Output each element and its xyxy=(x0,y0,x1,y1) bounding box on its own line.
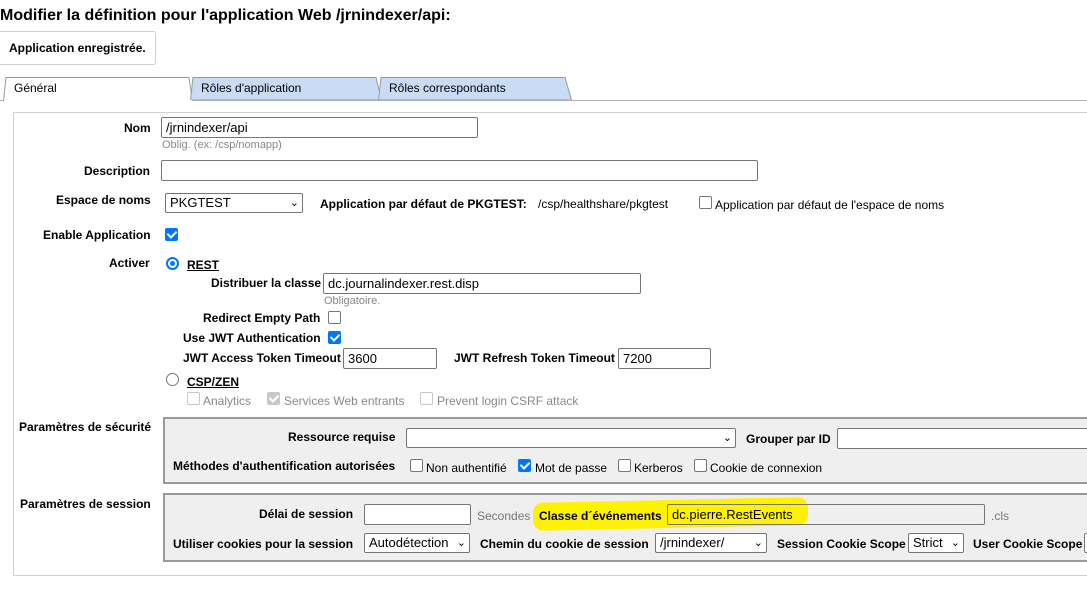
name-input[interactable] xyxy=(161,117,478,138)
chevron-down-icon: ⌄ xyxy=(722,432,732,444)
resource-select[interactable]: ⌄ xyxy=(406,428,736,448)
cookie-path-label: Chemin du cookie de session xyxy=(480,537,649,551)
session-cookies-select-value: Autodétection xyxy=(369,535,449,550)
auth-password-label: Mot de passe xyxy=(535,461,608,475)
jwt-auth-checkbox[interactable] xyxy=(328,331,341,344)
jwt-refresh-timeout-label: JWT Refresh Token Timeout xyxy=(454,351,615,365)
status-message: Application enregistrée. xyxy=(0,31,156,65)
chevron-down-icon: ⌄ xyxy=(456,537,466,549)
auth-unauthenticated-label: Non authentifié xyxy=(426,461,507,475)
default-app-value: /csp/healthshare/pkgtest xyxy=(538,197,669,211)
tab-label: Général xyxy=(14,81,57,95)
namespace-select[interactable]: PKGTEST ⌄ xyxy=(165,193,303,213)
session-cookies-label: Utiliser cookies pour la session xyxy=(173,537,354,551)
tab-label: Rôles correspondants xyxy=(389,81,506,95)
csp-zen-label: CSP/ZEN xyxy=(187,375,240,389)
namespace-label: Espace de noms xyxy=(56,193,151,207)
chevron-down-icon: ⌄ xyxy=(289,197,299,209)
web-services-checkbox[interactable] xyxy=(267,392,280,405)
group-by-id-label: Grouper par ID xyxy=(746,432,831,446)
redirect-empty-path-checkbox[interactable] xyxy=(328,311,341,324)
cookie-scope-select-value: Strict xyxy=(913,535,943,550)
auth-unauthenticated-checkbox[interactable] xyxy=(410,459,423,472)
tab-label: Rôles d'application xyxy=(201,81,302,95)
session-timeout-unit: Secondes xyxy=(477,509,531,523)
namespace-select-value: PKGTEST xyxy=(170,195,231,210)
event-class-suffix: .cls xyxy=(991,509,1009,523)
web-services-label: Services Web entrants xyxy=(284,394,405,408)
event-class-input[interactable] xyxy=(667,504,985,525)
jwt-auth-label: Use JWT Authentication xyxy=(183,331,321,345)
resource-label: Ressource requise xyxy=(288,430,396,444)
auth-kerberos-label: Kerberos xyxy=(634,461,683,475)
chevron-down-icon: ⌄ xyxy=(753,537,763,549)
description-label: Description xyxy=(84,164,151,178)
cookie-path-select[interactable]: /jrnindexer/ ⌄ xyxy=(655,533,767,553)
tab-application-roles[interactable]: Rôles d'application xyxy=(190,77,382,100)
auth-login-cookie-label: Cookie de connexion xyxy=(710,461,823,475)
jwt-access-timeout-input[interactable] xyxy=(343,348,437,369)
jwt-access-timeout-label: JWT Access Token Timeout xyxy=(183,351,341,365)
name-label: Nom xyxy=(124,121,151,135)
auth-login-cookie-checkbox[interactable] xyxy=(694,459,707,472)
dispatch-class-hint: Obligatoire. xyxy=(324,295,381,307)
enable-application-checkbox[interactable] xyxy=(165,228,178,241)
session-cookies-select[interactable]: Autodétection ⌄ xyxy=(364,533,470,553)
default-namespace-checkbox[interactable] xyxy=(699,196,712,209)
csp-zen-radio[interactable] xyxy=(166,373,179,386)
rest-label: REST xyxy=(187,258,220,272)
group-by-id-input[interactable] xyxy=(837,428,1087,449)
enable-application-label: Enable Application xyxy=(43,228,151,242)
security-section-label: Paramètres de sécurité xyxy=(19,420,152,434)
analytics-label: Analytics xyxy=(203,394,252,408)
chevron-down-icon: ⌄ xyxy=(950,537,960,549)
csrf-checkbox[interactable] xyxy=(420,392,433,405)
tab-matching-roles[interactable]: Rôles correspondants xyxy=(378,77,572,100)
name-hint: Oblig. (ex: /csp/nomapp) xyxy=(162,139,282,151)
cookie-path-select-value: /jrnindexer/ xyxy=(660,535,725,550)
auth-password-checkbox[interactable] xyxy=(518,459,531,472)
csrf-label: Prevent login CSRF attack xyxy=(437,394,579,408)
session-timeout-input[interactable] xyxy=(364,504,471,525)
analytics-checkbox[interactable] xyxy=(187,392,200,405)
auth-methods-label: Méthodes d'authentification autorisées xyxy=(173,459,396,473)
cookie-scope-select[interactable]: Strict ⌄ xyxy=(908,533,964,553)
cookie-scope-label: Session Cookie Scope xyxy=(777,537,906,551)
user-cookie-scope-label: User Cookie Scope xyxy=(973,537,1083,551)
event-class-label: Classe d´événements xyxy=(539,509,662,523)
dispatch-class-input[interactable] xyxy=(323,273,641,294)
redirect-empty-path-label: Redirect Empty Path xyxy=(203,311,321,325)
auth-kerberos-checkbox[interactable] xyxy=(618,459,631,472)
activer-label: Activer xyxy=(109,256,150,270)
description-input[interactable] xyxy=(161,160,758,181)
rest-radio[interactable] xyxy=(166,257,179,270)
page-title: Modifier la définition pour l'applicatio… xyxy=(0,7,451,24)
tab-general[interactable]: Général xyxy=(3,77,193,101)
default-app-label: Application par défaut de PKGTEST: xyxy=(320,197,527,211)
session-section-label: Paramètres de session xyxy=(20,497,151,511)
jwt-refresh-timeout-input[interactable] xyxy=(618,348,711,369)
session-timeout-label: Délai de session xyxy=(259,507,354,521)
default-namespace-label: Application par défaut de l'espace de no… xyxy=(715,198,945,212)
dispatch-class-label: Distribuer la classe xyxy=(211,276,322,290)
